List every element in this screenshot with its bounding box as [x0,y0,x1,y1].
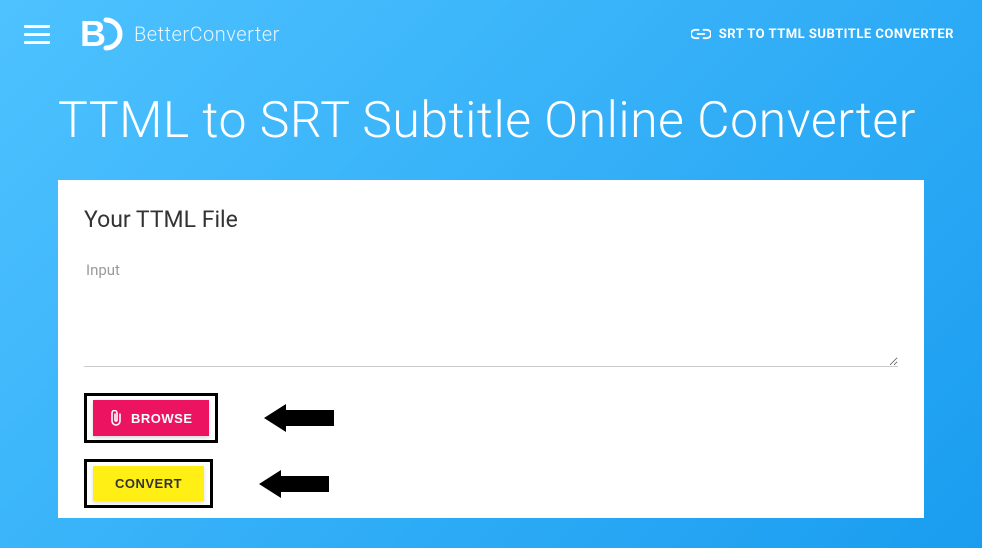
highlight-box-browse: BROWSE [84,393,218,443]
converter-card: Your TTML File BROWSE CONVERT [58,180,924,518]
menu-icon[interactable] [24,20,52,48]
browse-label: BROWSE [131,411,193,426]
brand-logo[interactable]: B BetterConverter [80,16,280,52]
page-title: TTML to SRT Subtitle Online Converter [0,56,982,180]
link-icon [691,28,711,40]
section-title: Your TTML File [84,206,898,233]
nav-link-srt-to-ttml[interactable]: SRT TO TTML SUBTITLE CONVERTER [691,27,962,42]
highlight-box-convert: CONVERT [84,459,213,508]
logo-mark-icon: B [80,16,128,52]
arrow-highlight-convert [259,472,329,496]
convert-label: CONVERT [115,476,182,491]
paperclip-icon [109,410,123,426]
arrow-highlight-browse [264,406,334,430]
brand-name: BetterConverter [134,22,280,46]
nav-link-label: SRT TO TTML SUBTITLE CONVERTER [719,27,954,42]
ttml-input[interactable] [84,257,898,367]
header-bar: B BetterConverter SRT TO TTML SUBTITLE C… [0,0,982,56]
svg-text:B: B [80,16,106,52]
controls-group: BROWSE CONVERT [84,393,898,508]
browse-button[interactable]: BROWSE [93,400,209,436]
convert-button[interactable]: CONVERT [93,466,204,501]
